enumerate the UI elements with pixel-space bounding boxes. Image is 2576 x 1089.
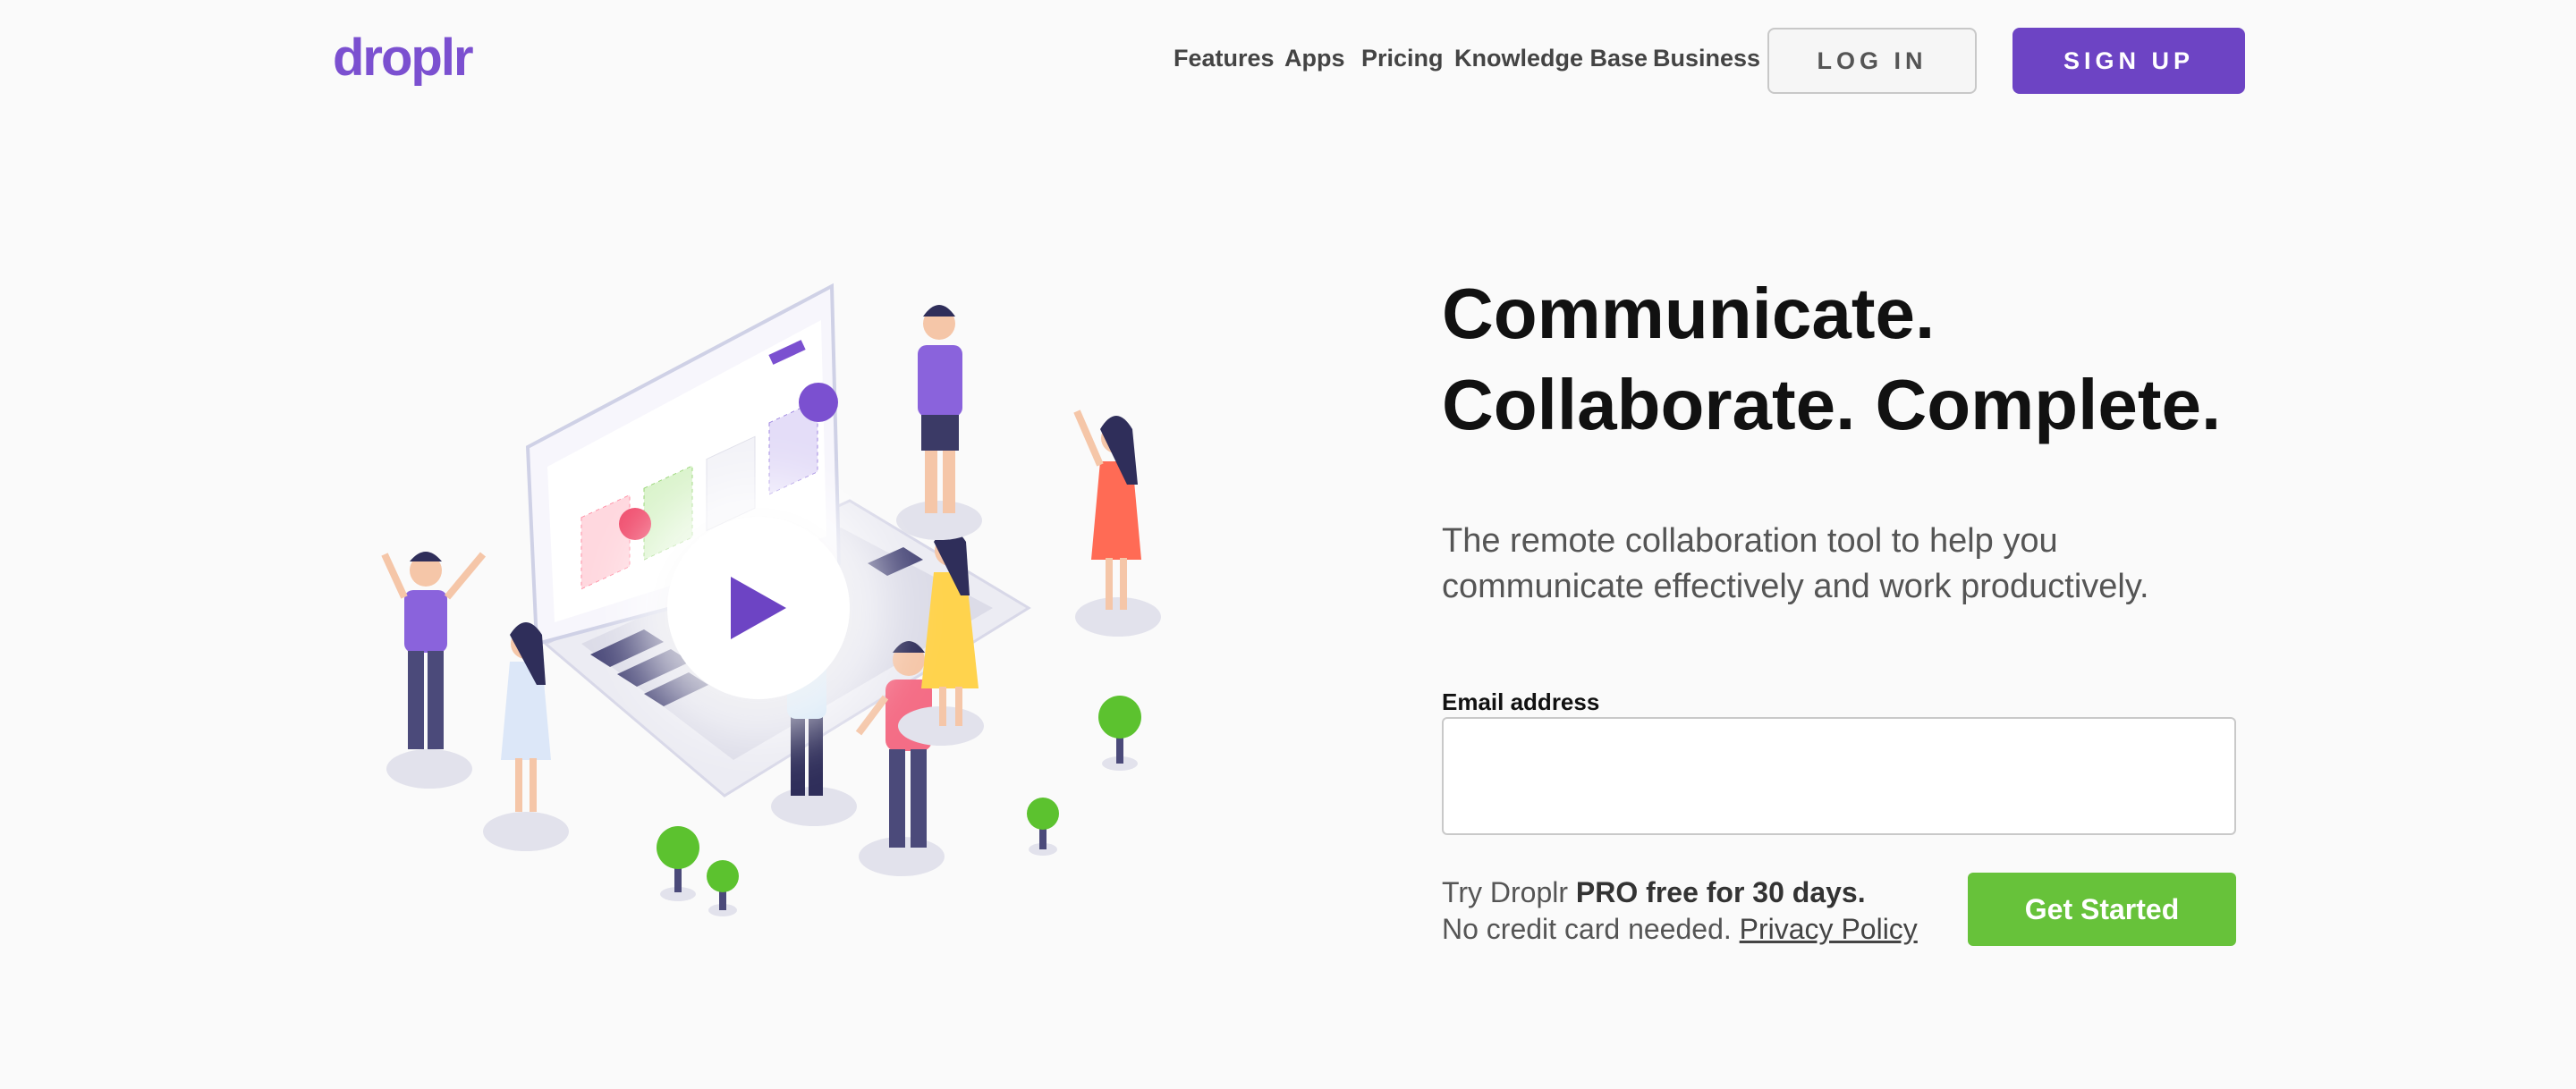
droplr-logo[interactable]: droplr bbox=[333, 30, 499, 91]
nav-pricing[interactable]: Pricing bbox=[1361, 45, 1444, 72]
promo-bold: PRO free for 30 days. bbox=[1575, 876, 1866, 908]
email-field[interactable] bbox=[1442, 717, 2236, 835]
svg-text:droplr: droplr bbox=[333, 30, 473, 87]
login-button[interactable]: LOG IN bbox=[1767, 28, 1977, 94]
headline-line-2: Collaborate. Complete. bbox=[1442, 365, 2222, 444]
signup-button[interactable]: SIGN UP bbox=[2012, 28, 2245, 94]
promo-text: Try Droplr PRO free for 30 days. No cred… bbox=[1442, 874, 1918, 948]
privacy-policy-link[interactable]: Privacy Policy bbox=[1740, 913, 1918, 945]
play-icon bbox=[731, 577, 786, 639]
nav-business[interactable]: Business bbox=[1653, 45, 1760, 72]
page-title: Communicate. Collaborate. Complete. bbox=[1442, 268, 2221, 451]
play-video-button[interactable] bbox=[667, 517, 850, 699]
nav-apps[interactable]: Apps bbox=[1284, 45, 1345, 72]
get-started-button[interactable]: Get Started bbox=[1968, 873, 2236, 946]
headline-line-1: Communicate. bbox=[1442, 274, 1936, 353]
nav-features[interactable]: Features bbox=[1174, 45, 1275, 72]
hero-subtext: The remote collaboration tool to help yo… bbox=[1442, 522, 2149, 605]
email-label: Email address bbox=[1442, 688, 1600, 715]
nav-knowledge-base[interactable]: Knowledge Base bbox=[1454, 45, 1648, 72]
promo-line-2: No credit card needed. bbox=[1442, 913, 1740, 945]
promo-prefix: Try Droplr bbox=[1442, 876, 1576, 908]
